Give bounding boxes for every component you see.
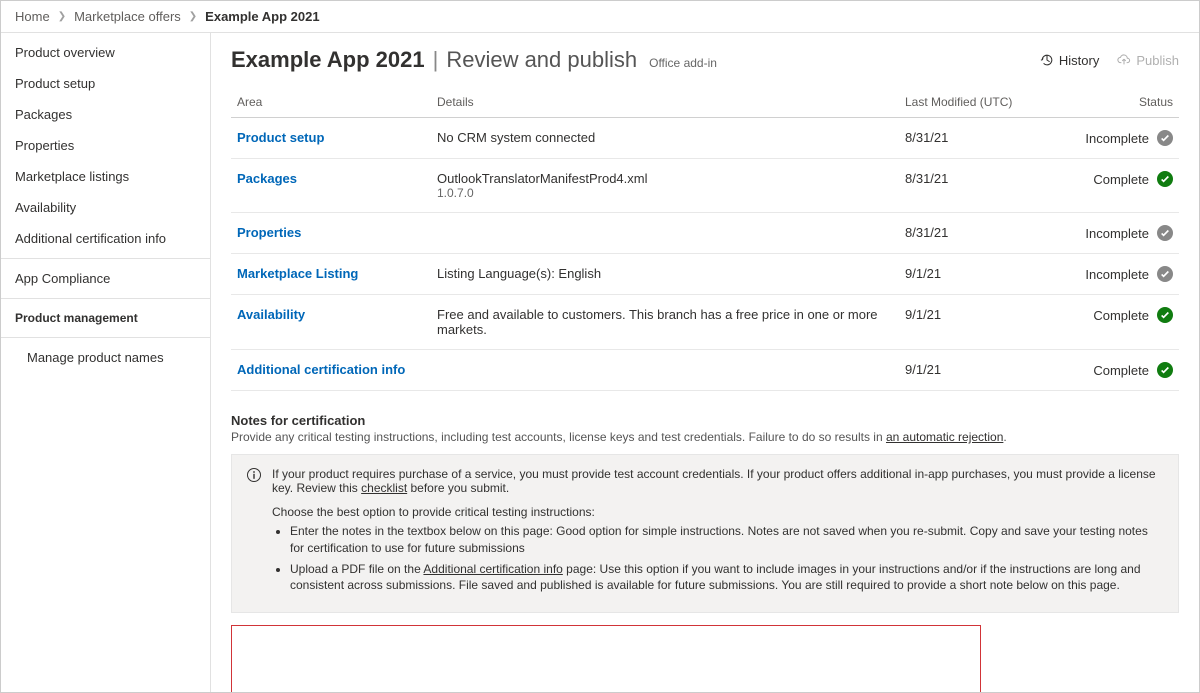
certification-notes-input[interactable] bbox=[231, 625, 981, 692]
cloud-upload-icon bbox=[1117, 53, 1131, 67]
status-icon bbox=[1157, 130, 1173, 146]
sidebar-item-packages[interactable]: Packages bbox=[1, 99, 210, 130]
sidebar-item-product-overview[interactable]: Product overview bbox=[1, 37, 210, 68]
breadcrumb-current: Example App 2021 bbox=[205, 9, 319, 24]
col-last-modified: Last Modified (UTC) bbox=[899, 87, 1039, 118]
chevron-right-icon: ❯ bbox=[58, 11, 66, 22]
page-title-subtype: Office add-in bbox=[649, 56, 717, 70]
table-row: Packages OutlookTranslatorManifestProd4.x… bbox=[231, 159, 1179, 213]
page-title-app-name: Example App 2021 bbox=[231, 47, 425, 73]
table-row: Marketplace Listing Listing Language(s): … bbox=[231, 254, 1179, 295]
history-icon bbox=[1040, 53, 1054, 67]
sidebar-item-properties[interactable]: Properties bbox=[1, 130, 210, 161]
status-icon bbox=[1157, 307, 1173, 323]
info-icon bbox=[246, 467, 262, 486]
info-line: If your product requires purchase of a s… bbox=[272, 467, 1164, 495]
sidebar-item-availability[interactable]: Availability bbox=[1, 192, 210, 223]
divider bbox=[1, 337, 210, 338]
last-modified-cell: 9/1/21 bbox=[899, 254, 1039, 295]
table-row: Properties 8/31/21 Incomplete bbox=[231, 213, 1179, 254]
sidebar-header-product-management: Product management bbox=[1, 303, 210, 333]
details-cell: Listing Language(s): English bbox=[431, 254, 899, 295]
status-cell: Complete bbox=[1093, 362, 1173, 378]
table-row: Product setup No CRM system connected8/31… bbox=[231, 118, 1179, 159]
col-status: Status bbox=[1039, 87, 1179, 118]
col-area: Area bbox=[231, 87, 431, 118]
area-link[interactable]: Additional certification info bbox=[237, 362, 405, 377]
history-label: History bbox=[1059, 53, 1099, 68]
details-cell bbox=[431, 350, 899, 391]
breadcrumb: Home ❯ Marketplace offers ❯ Example App … bbox=[1, 1, 1199, 33]
status-cell: Complete bbox=[1093, 307, 1173, 323]
status-icon bbox=[1157, 225, 1173, 241]
area-link[interactable]: Packages bbox=[237, 171, 297, 186]
last-modified-cell: 8/31/21 bbox=[899, 213, 1039, 254]
details-cell: OutlookTranslatorManifestProd4.xml1.0.7.… bbox=[431, 159, 899, 213]
area-link[interactable]: Marketplace Listing bbox=[237, 266, 358, 281]
status-cell: Incomplete bbox=[1085, 130, 1173, 146]
sidebar-item-product-setup[interactable]: Product setup bbox=[1, 68, 210, 99]
status-cell: Incomplete bbox=[1085, 266, 1173, 282]
details-cell bbox=[431, 213, 899, 254]
details-cell: No CRM system connected bbox=[431, 118, 899, 159]
checklist-link[interactable]: checklist bbox=[361, 481, 407, 495]
last-modified-cell: 8/31/21 bbox=[899, 159, 1039, 213]
status-icon bbox=[1157, 171, 1173, 187]
chevron-right-icon: ❯ bbox=[189, 11, 197, 22]
sidebar-item-app-compliance[interactable]: App Compliance bbox=[1, 263, 210, 294]
area-link[interactable]: Availability bbox=[237, 307, 305, 322]
review-table: Area Details Last Modified (UTC) Status … bbox=[231, 87, 1179, 391]
last-modified-cell: 9/1/21 bbox=[899, 295, 1039, 350]
additional-cert-info-link[interactable]: Additional certification info bbox=[423, 562, 562, 576]
area-link[interactable]: Product setup bbox=[237, 130, 324, 145]
divider bbox=[1, 298, 210, 299]
status-cell: Complete bbox=[1093, 171, 1173, 187]
option-bullet-2: Upload a PDF file on the Additional cert… bbox=[290, 561, 1164, 595]
sidebar: Product overview Product setup Packages … bbox=[1, 33, 211, 692]
status-cell: Incomplete bbox=[1085, 225, 1173, 241]
choose-text: Choose the best option to provide critic… bbox=[272, 505, 1164, 519]
table-row: Additional certification info 9/1/21 Compl… bbox=[231, 350, 1179, 391]
status-icon bbox=[1157, 266, 1173, 282]
publish-command-label: Publish bbox=[1136, 53, 1179, 68]
notes-subtitle: Provide any critical testing instruction… bbox=[231, 430, 1179, 444]
col-details: Details bbox=[431, 87, 899, 118]
table-row: Availability Free and available to custom… bbox=[231, 295, 1179, 350]
area-link[interactable]: Properties bbox=[237, 225, 301, 240]
sidebar-item-manage-product-names[interactable]: Manage product names bbox=[1, 342, 210, 373]
history-button[interactable]: History bbox=[1040, 53, 1099, 68]
details-cell: Free and available to customers. This br… bbox=[431, 295, 899, 350]
automatic-rejection-link[interactable]: an automatic rejection bbox=[886, 430, 1003, 444]
main-content: Example App 2021 | Review and publish Of… bbox=[211, 33, 1199, 692]
notes-title: Notes for certification bbox=[231, 413, 1179, 428]
divider bbox=[1, 258, 210, 259]
page-title-page-name: Review and publish bbox=[446, 47, 637, 73]
sidebar-item-additional-certification-info[interactable]: Additional certification info bbox=[1, 223, 210, 254]
breadcrumb-home[interactable]: Home bbox=[15, 9, 50, 24]
breadcrumb-offers[interactable]: Marketplace offers bbox=[74, 9, 181, 24]
last-modified-cell: 8/31/21 bbox=[899, 118, 1039, 159]
option-bullet-1: Enter the notes in the textbox below on … bbox=[290, 523, 1164, 557]
publish-command: Publish bbox=[1117, 53, 1179, 68]
sidebar-item-marketplace-listings[interactable]: Marketplace listings bbox=[1, 161, 210, 192]
title-separator: | bbox=[433, 47, 439, 73]
status-icon bbox=[1157, 362, 1173, 378]
notes-infobox: If your product requires purchase of a s… bbox=[231, 454, 1179, 613]
last-modified-cell: 9/1/21 bbox=[899, 350, 1039, 391]
